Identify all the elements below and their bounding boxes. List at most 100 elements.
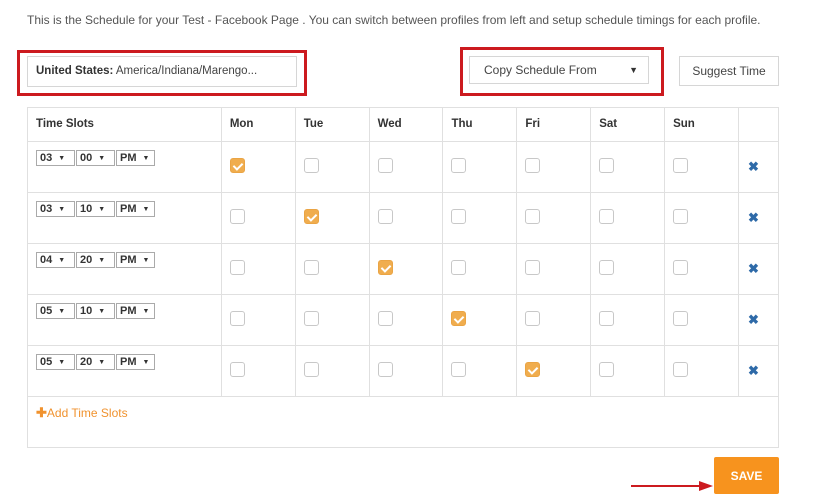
delete-cell: ✖ bbox=[737, 243, 780, 295]
chevron-down-icon: ▼ bbox=[629, 65, 638, 75]
ampm-select-value: PM bbox=[120, 254, 137, 266]
checkbox-sun[interactable] bbox=[673, 158, 689, 173]
checkbox-sun[interactable] bbox=[673, 362, 689, 377]
delete-icon[interactable]: ✖ bbox=[748, 261, 759, 277]
checkbox-fri[interactable] bbox=[525, 158, 541, 173]
checkbox-sat[interactable] bbox=[599, 260, 615, 275]
day-cell-sat bbox=[590, 141, 666, 193]
hour-select[interactable]: 03 ▼ bbox=[36, 150, 75, 166]
delete-icon[interactable]: ✖ bbox=[748, 210, 759, 226]
ampm-select[interactable]: PM ▼ bbox=[116, 150, 155, 166]
checkbox-fri[interactable] bbox=[525, 209, 541, 224]
day-cell-fri bbox=[516, 345, 592, 397]
checkbox-sat[interactable] bbox=[599, 311, 615, 326]
checkbox-fri[interactable] bbox=[525, 260, 541, 275]
checkbox-sun[interactable] bbox=[673, 260, 689, 275]
checkbox-mon[interactable] bbox=[229, 260, 245, 275]
save-button[interactable]: SAVE bbox=[714, 457, 779, 494]
header-day-wed: Wed bbox=[368, 107, 444, 142]
time-selector: 05 ▼ 10 ▼ PM ▼ bbox=[36, 303, 156, 319]
ampm-select[interactable]: PM ▼ bbox=[116, 354, 155, 370]
minute-select-value: 00 bbox=[80, 152, 93, 164]
time-selector: 03 ▼ 10 ▼ PM ▼ bbox=[36, 201, 156, 217]
checkbox-tue[interactable] bbox=[303, 209, 319, 224]
checkbox-fri[interactable] bbox=[525, 362, 541, 377]
checkbox-mon[interactable] bbox=[229, 209, 245, 224]
time-selector: 05 ▼ 20 ▼ PM ▼ bbox=[36, 354, 156, 370]
checkbox-thu[interactable] bbox=[451, 209, 467, 224]
day-cell-sat bbox=[590, 243, 666, 295]
delete-cell: ✖ bbox=[737, 345, 780, 397]
checkbox-tue[interactable] bbox=[303, 311, 319, 326]
ampm-select[interactable]: PM ▼ bbox=[116, 252, 155, 268]
caret-down-icon: ▼ bbox=[98, 308, 106, 315]
suggest-time-button[interactable]: Suggest Time bbox=[679, 56, 779, 86]
checkbox-thu[interactable] bbox=[451, 158, 467, 173]
day-cell-wed bbox=[368, 294, 444, 346]
checkbox-wed[interactable] bbox=[377, 311, 393, 326]
checkbox-sat[interactable] bbox=[599, 209, 615, 224]
day-cell-mon bbox=[220, 192, 296, 244]
ampm-select[interactable]: PM ▼ bbox=[116, 201, 155, 217]
delete-icon[interactable]: ✖ bbox=[748, 312, 759, 328]
checkbox-mon[interactable] bbox=[229, 311, 245, 326]
minute-select[interactable]: 10 ▼ bbox=[76, 303, 115, 319]
checkbox-sat[interactable] bbox=[599, 362, 615, 377]
table-row: 04 ▼ 20 ▼ PM ▼ ✖ bbox=[27, 243, 780, 295]
day-cell-tue bbox=[294, 294, 370, 346]
ampm-select[interactable]: PM ▼ bbox=[116, 303, 155, 319]
delete-icon[interactable]: ✖ bbox=[748, 363, 759, 379]
checkbox-mon[interactable] bbox=[229, 362, 245, 377]
checkbox-thu[interactable] bbox=[451, 260, 467, 275]
checkbox-thu[interactable] bbox=[451, 362, 467, 377]
copy-schedule-dropdown[interactable]: Copy Schedule From ▼ bbox=[469, 56, 649, 84]
header-time-slots: Time Slots bbox=[27, 107, 222, 142]
caret-down-icon: ▼ bbox=[58, 359, 66, 366]
minute-select[interactable]: 00 ▼ bbox=[76, 150, 115, 166]
checkbox-tue[interactable] bbox=[303, 260, 319, 275]
day-cell-fri bbox=[516, 192, 592, 244]
ampm-select-value: PM bbox=[120, 152, 137, 164]
checkbox-wed[interactable] bbox=[377, 260, 393, 275]
minute-select[interactable]: 10 ▼ bbox=[76, 201, 115, 217]
hour-select[interactable]: 05 ▼ bbox=[36, 354, 75, 370]
day-cell-tue bbox=[294, 192, 370, 244]
time-selector: 03 ▼ 00 ▼ PM ▼ bbox=[36, 150, 156, 166]
checkbox-tue[interactable] bbox=[303, 158, 319, 173]
checkbox-sun[interactable] bbox=[673, 311, 689, 326]
day-cell-wed bbox=[368, 243, 444, 295]
checkbox-tue[interactable] bbox=[303, 362, 319, 377]
hour-select[interactable]: 05 ▼ bbox=[36, 303, 75, 319]
time-selector: 04 ▼ 20 ▼ PM ▼ bbox=[36, 252, 156, 268]
checkbox-mon[interactable] bbox=[229, 158, 245, 173]
minute-select[interactable]: 20 ▼ bbox=[76, 354, 115, 370]
timezone-zone: America/Indiana/Marengo... bbox=[115, 65, 258, 77]
timezone-country: United States: bbox=[36, 65, 114, 77]
checkbox-fri[interactable] bbox=[525, 311, 541, 326]
hour-select[interactable]: 04 ▼ bbox=[36, 252, 75, 268]
checkbox-sun[interactable] bbox=[673, 209, 689, 224]
checkbox-wed[interactable] bbox=[377, 158, 393, 173]
checkbox-wed[interactable] bbox=[377, 209, 393, 224]
day-cell-sun bbox=[664, 345, 739, 397]
caret-down-icon: ▼ bbox=[142, 359, 150, 366]
checkbox-thu[interactable] bbox=[451, 311, 467, 326]
day-cell-thu bbox=[442, 192, 518, 244]
caret-down-icon: ▼ bbox=[98, 359, 106, 366]
header-day-tue: Tue bbox=[294, 107, 370, 142]
caret-down-icon: ▼ bbox=[98, 206, 106, 213]
table-row: 03 ▼ 10 ▼ PM ▼ ✖ bbox=[27, 192, 780, 244]
caret-down-icon: ▼ bbox=[142, 206, 150, 213]
day-cell-mon bbox=[220, 345, 296, 397]
checkbox-wed[interactable] bbox=[377, 362, 393, 377]
checkbox-sat[interactable] bbox=[599, 158, 615, 173]
time-slot-cell: 03 ▼ 00 ▼ PM ▼ bbox=[27, 141, 222, 193]
time-slot-cell: 05 ▼ 10 ▼ PM ▼ bbox=[27, 294, 222, 346]
minute-select[interactable]: 20 ▼ bbox=[76, 252, 115, 268]
timezone-field[interactable]: United States: America/Indiana/Marengo..… bbox=[27, 56, 297, 87]
day-cell-tue bbox=[294, 141, 370, 193]
add-time-slots-link[interactable]: ✚Add Time Slots bbox=[36, 405, 128, 420]
hour-select[interactable]: 03 ▼ bbox=[36, 201, 75, 217]
day-cell-wed bbox=[368, 192, 444, 244]
delete-icon[interactable]: ✖ bbox=[748, 159, 759, 175]
